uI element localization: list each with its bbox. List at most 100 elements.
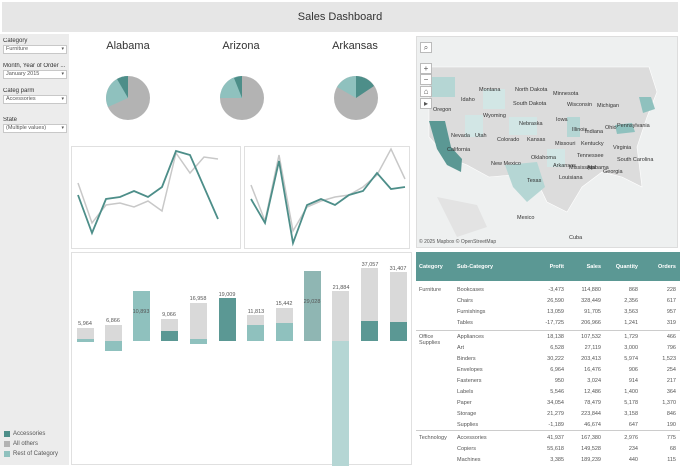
bar-group[interactable] [133,291,150,341]
filter-category[interactable]: Category Furniture ▾ [3,38,67,54]
map-label: Oregon [433,107,452,113]
table-cell-qty: 3,158 [624,411,638,417]
bar-others[interactable] [105,325,122,341]
month-year-select[interactable]: January 2015 ▾ [3,70,67,79]
us-map[interactable]: ⌕ + − ⌂ ▸ Oregon Idaho Montana North Dak… [416,36,678,248]
bar-group[interactable] [247,315,264,341]
state-select[interactable]: (Multiple values) ▾ [3,124,67,133]
bar-rest[interactable] [133,291,150,341]
map-label: Indiana [585,129,604,135]
state-washington[interactable] [431,77,455,97]
bar-group[interactable] [276,308,293,341]
filter-label: Month, Year of Order ... [3,63,66,69]
home-icon[interactable]: ⌂ [420,86,432,97]
table-cell-sub: Machines [457,457,481,463]
bar-others[interactable] [161,319,178,331]
caret-down-icon: ▾ [61,71,64,77]
line-series-accessories[interactable] [77,149,219,236]
legend-item[interactable]: All others [4,439,58,449]
map-label: Wyoming [483,113,506,119]
column-header-profit[interactable]: Profit [536,264,564,270]
bar-rest[interactable] [276,323,293,341]
line-series-accessories[interactable] [250,160,406,247]
bar-rest[interactable] [304,271,321,341]
map-label: North Dakota [515,87,548,93]
bar-others[interactable] [332,291,349,341]
bar-value-label: 29,028 [304,299,321,305]
bar-group[interactable] [105,325,122,351]
search-icon[interactable]: ⌕ [420,42,432,53]
zoom-in-button[interactable]: + [420,63,432,74]
category-divider [416,330,680,331]
map-label: Pennsylvania [617,123,650,129]
bar-accessories[interactable] [361,321,378,341]
map-label: Texas [527,178,542,184]
filter-categ-parm[interactable]: Categ parm Accessories ▾ [3,88,67,104]
legend-item[interactable]: Rest of Category [4,449,58,459]
bar-others[interactable] [247,315,264,325]
bar-others[interactable] [390,272,407,322]
zoom-out-button[interactable]: − [420,74,432,85]
categ-parm-select[interactable]: Accessories ▾ [3,95,67,104]
bar-value-label: 9,066 [162,312,176,318]
bar-group[interactable] [77,328,94,342]
table-cell-sales: 91,705 [584,309,601,315]
bar-rest[interactable] [332,341,349,466]
table-cell-sub: Art [457,345,465,351]
filter-state[interactable]: State (Multiple values) ▾ [3,117,67,133]
filter-month-year[interactable]: Month, Year of Order ... January 2015 ▾ [3,63,67,79]
map-attribution[interactable]: © 2025 Mapbox © OpenStreetMap [419,239,496,245]
table-cell-qty: 2,356 [624,298,638,304]
map-label: Idaho [461,97,475,103]
table-header: Category Sub-Category Profit Sales Quant… [416,252,680,281]
line-series-others[interactable] [77,151,219,225]
bar-accessories[interactable] [219,298,236,341]
pan-arrow-icon[interactable]: ▸ [420,98,432,109]
map-label: Utah [475,133,487,139]
pie-chart-arkansas[interactable] [328,70,384,126]
line-chart-2[interactable] [245,147,411,250]
bar-rest[interactable] [105,341,122,351]
bar-accessories[interactable] [390,322,407,341]
legend-item[interactable]: Accessories [4,429,58,439]
caret-down-icon: ▾ [61,96,64,102]
bar-group[interactable] [190,303,207,344]
bar-accessories[interactable] [161,331,178,341]
bar-group[interactable] [390,272,407,341]
table-cell-sub: Supplies [457,422,479,428]
line-chart-1[interactable] [72,147,242,250]
column-header-category[interactable]: Category [419,264,443,270]
pie-chart-alabama[interactable] [100,70,156,126]
table-cell-orders: 68 [669,446,676,452]
column-header-orders[interactable]: Orders [648,264,676,270]
bar-rest[interactable] [77,339,94,342]
bar-others[interactable] [190,303,207,341]
data-table: Category Sub-Category Profit Sales Quant… [416,252,680,465]
table-cell-sales: 328,449 [581,298,601,304]
bar-group[interactable] [361,268,378,341]
bar-value-label: 19,009 [219,292,236,298]
map-label: South Dakota [513,101,547,107]
bar-group[interactable] [161,319,178,341]
line-series-others[interactable] [250,147,406,234]
table-cell-profit: -17,725 [545,320,564,326]
table-cell-orders: 115 [667,457,676,463]
bar-others[interactable] [361,268,378,321]
bar-rest[interactable] [247,325,264,341]
bar-group[interactable] [304,271,321,341]
bar-group[interactable] [332,291,349,466]
column-header-quantity[interactable]: Quantity [610,264,638,270]
table-cell-profit: -1,189 [548,422,564,428]
table-cell-qty: 5,178 [624,400,638,406]
table-cell-sales: 223,844 [581,411,601,417]
bar-rest[interactable] [190,339,207,344]
bar-group[interactable] [219,298,236,341]
bar-chart[interactable]: 5,964 6,866 10,893 9,066 16,958 19,009 1… [72,253,413,466]
bar-others[interactable] [276,308,293,323]
table-cell-cat: Furniture [419,287,442,293]
pie-chart-arizona[interactable] [214,70,270,126]
column-header-subcategory[interactable]: Sub-Category [457,264,493,270]
column-header-sales[interactable]: Sales [573,264,601,270]
table-cell-qty: 906 [628,367,638,373]
category-select[interactable]: Furniture ▾ [3,45,67,54]
